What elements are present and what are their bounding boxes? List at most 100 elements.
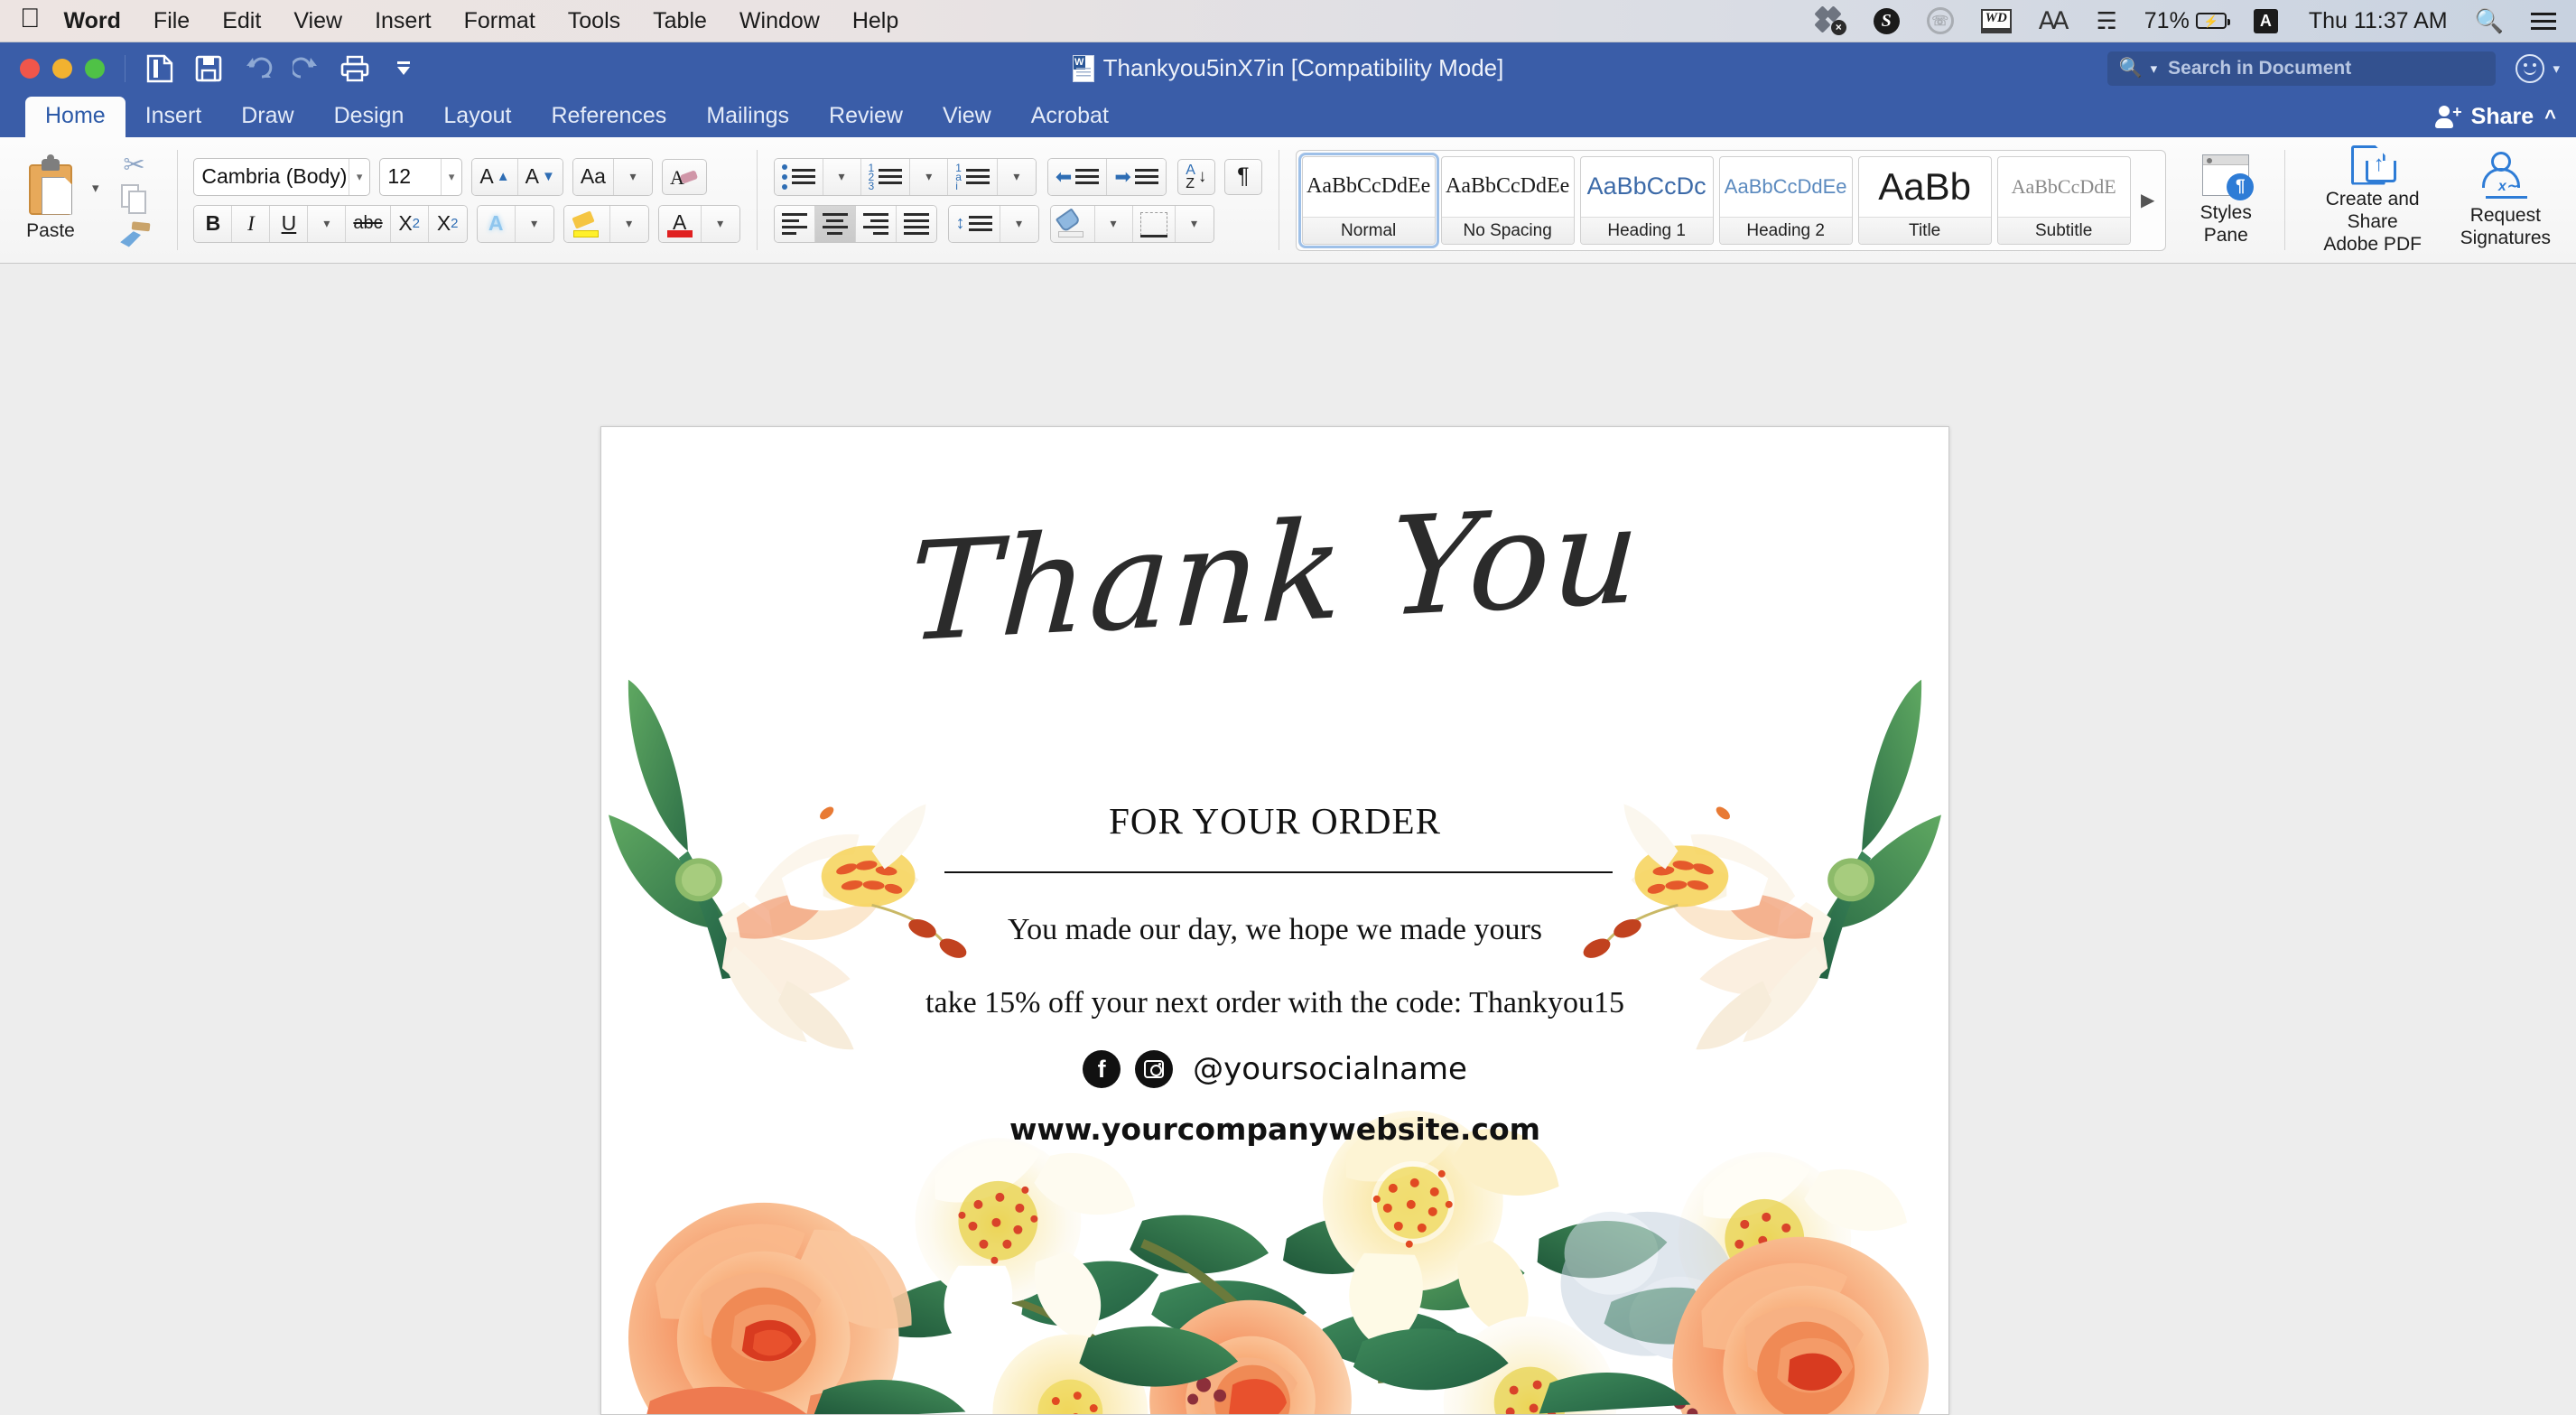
shading-dropdown[interactable]: ▾ [1094,205,1133,242]
tab-review[interactable]: Review [809,97,923,137]
align-center-icon[interactable] [814,205,856,242]
bluetooth-icon[interactable]: Ꜳ [2039,7,2069,35]
style-heading-2[interactable]: AaBbCcDdEe Heading 2 [1718,155,1853,245]
customize-toolbar-icon[interactable] [384,49,423,88]
tab-mailings[interactable]: Mailings [686,97,809,137]
decrease-indent-icon[interactable]: ⬅ [1047,158,1108,195]
line-spacing-icon[interactable]: ↕ [948,205,1000,242]
show-formatting-marks-button[interactable]: ¶ [1223,158,1262,195]
borders-icon[interactable] [1132,205,1176,242]
bold-button[interactable]: B [194,205,233,242]
multilevel-list-icon[interactable]: 1ai [948,158,998,195]
menu-item-insert[interactable]: Insert [375,8,432,34]
menu-item-view[interactable]: View [293,8,342,34]
search-input[interactable]: 🔍 ▾ Search in Document [2107,51,2497,86]
create-share-adobe-pdf-button[interactable]: ↑ Create and Share Adobe PDF [2302,144,2444,256]
menu-item-tools[interactable]: Tools [568,8,620,34]
text-effects-button[interactable]: A [477,205,516,242]
card-body-line-1[interactable]: You made our day, we hope we made yours [601,913,1948,947]
superscript-button[interactable]: X2 [428,205,467,242]
skype-icon[interactable]: S [1873,7,1900,34]
gallery-next-icon[interactable]: ▶ [2136,189,2160,211]
underline-dropdown[interactable]: ▾ [308,205,347,242]
card-website[interactable]: www.yourcompanywebsite.com [601,1112,1948,1147]
format-painter-icon[interactable] [115,220,154,251]
style-normal[interactable]: AaBbCcDdEe Normal [1297,152,1439,248]
instagram-icon[interactable] [1135,1050,1174,1088]
smiley-feedback-icon[interactable] [2516,53,2545,83]
text-effects-dropdown[interactable]: ▾ [515,205,553,242]
sort-button[interactable]: A Z ↓ [1176,158,1215,195]
bullets-dropdown[interactable]: ▾ [823,158,861,195]
line-spacing-dropdown[interactable]: ▾ [1000,205,1038,242]
copy-icon[interactable] [115,184,154,215]
numbering-dropdown[interactable]: ▾ [910,158,949,195]
scissors-icon[interactable]: ✂ [115,149,154,180]
input-source-icon[interactable]: A [2253,8,2278,33]
font-color-button[interactable]: A [658,205,702,242]
highlight-dropdown[interactable]: ▾ [609,205,648,242]
tab-layout[interactable]: Layout [423,97,531,137]
menu-item-help[interactable]: Help [852,8,898,34]
close-button[interactable] [20,58,40,79]
creative-cloud-icon[interactable]: ☏ [1926,7,1954,34]
menu-item-word[interactable]: Word [64,8,121,34]
bulleted-list-icon[interactable] [774,158,823,195]
wifi-icon[interactable]: ☴ [2096,7,2116,35]
borders-dropdown[interactable]: ▾ [1175,205,1214,242]
menu-item-window[interactable]: Window [739,8,820,34]
card-body-line-2[interactable]: take 15% off your next order with the co… [601,986,1948,1020]
card-social-handle[interactable]: @yoursocialname [1193,1051,1467,1087]
facebook-icon[interactable]: f [1083,1050,1121,1088]
font-size-select[interactable]: 12 ▾ [379,157,463,196]
redo-icon[interactable] [286,49,326,88]
highlight-button[interactable] [563,205,610,242]
tab-design[interactable]: Design [314,97,424,137]
document-page[interactable]: Thank You FOR YOUR ORDER You made our da… [600,426,1949,1415]
paste-button[interactable]: Paste [9,147,92,254]
tab-view[interactable]: View [923,97,1011,137]
tab-home[interactable]: Home [25,97,126,137]
menu-item-format[interactable]: Format [464,8,535,34]
shrink-font-button[interactable]: A ▼ [517,158,563,195]
style-heading-1[interactable]: AaBbCcDc Heading 1 [1579,155,1714,245]
request-signatures-button[interactable]: x∼ Request Signatures [2444,145,2567,256]
strikethrough-button[interactable]: abc [346,205,391,242]
chevron-down-icon[interactable]: ▾ [92,180,99,196]
dropbox-icon[interactable]: × [1814,5,1846,35]
share-button[interactable]: Share [2471,104,2534,130]
search-icon[interactable]: 🔍 [2475,7,2504,35]
menu-bar-clock[interactable]: Thu 11:37 AM [2309,8,2448,34]
chevron-up-icon[interactable]: ^ [2544,106,2556,129]
shading-icon[interactable] [1050,205,1095,242]
change-case-dropdown[interactable]: ▾ [613,158,652,195]
menu-item-edit[interactable]: Edit [222,8,261,34]
change-case-button[interactable]: Aa [572,158,614,195]
subscript-button[interactable]: X2 [390,205,429,242]
undo-icon[interactable] [237,49,277,88]
zoom-button[interactable] [85,58,105,79]
font-color-dropdown[interactable]: ▾ [701,205,739,242]
clear-formatting-button[interactable]: A [661,158,707,195]
tab-references[interactable]: References [531,97,686,137]
align-right-icon[interactable] [855,205,897,242]
menu-item-table[interactable]: Table [653,8,707,34]
minimize-button[interactable] [52,58,72,79]
list-icon[interactable] [2531,12,2556,30]
style-subtitle[interactable]: AaBbCcDdE Subtitle [1996,155,2131,245]
save-icon[interactable] [189,49,228,88]
style-title[interactable]: AaBb Title [1857,155,1992,245]
sidebar-toggle-icon[interactable] [140,49,180,88]
tab-acrobat[interactable]: Acrobat [1011,97,1129,137]
underline-button[interactable]: U [270,205,309,242]
font-family-select[interactable]: Cambria (Body) ▾ [193,157,371,196]
card-script-title[interactable]: Thank You [601,471,1948,678]
style-no-spacing[interactable]: AaBbCcDdEe No Spacing [1440,155,1575,245]
tab-draw[interactable]: Draw [221,97,313,137]
tab-insert[interactable]: Insert [126,97,222,137]
italic-button[interactable]: I [232,205,271,242]
battery-status[interactable]: 71% ⚡ [2144,8,2230,34]
increase-indent-icon[interactable]: ➡ [1107,158,1166,195]
justify-icon[interactable] [896,205,936,242]
numbered-list-icon[interactable]: 123 [860,158,911,195]
